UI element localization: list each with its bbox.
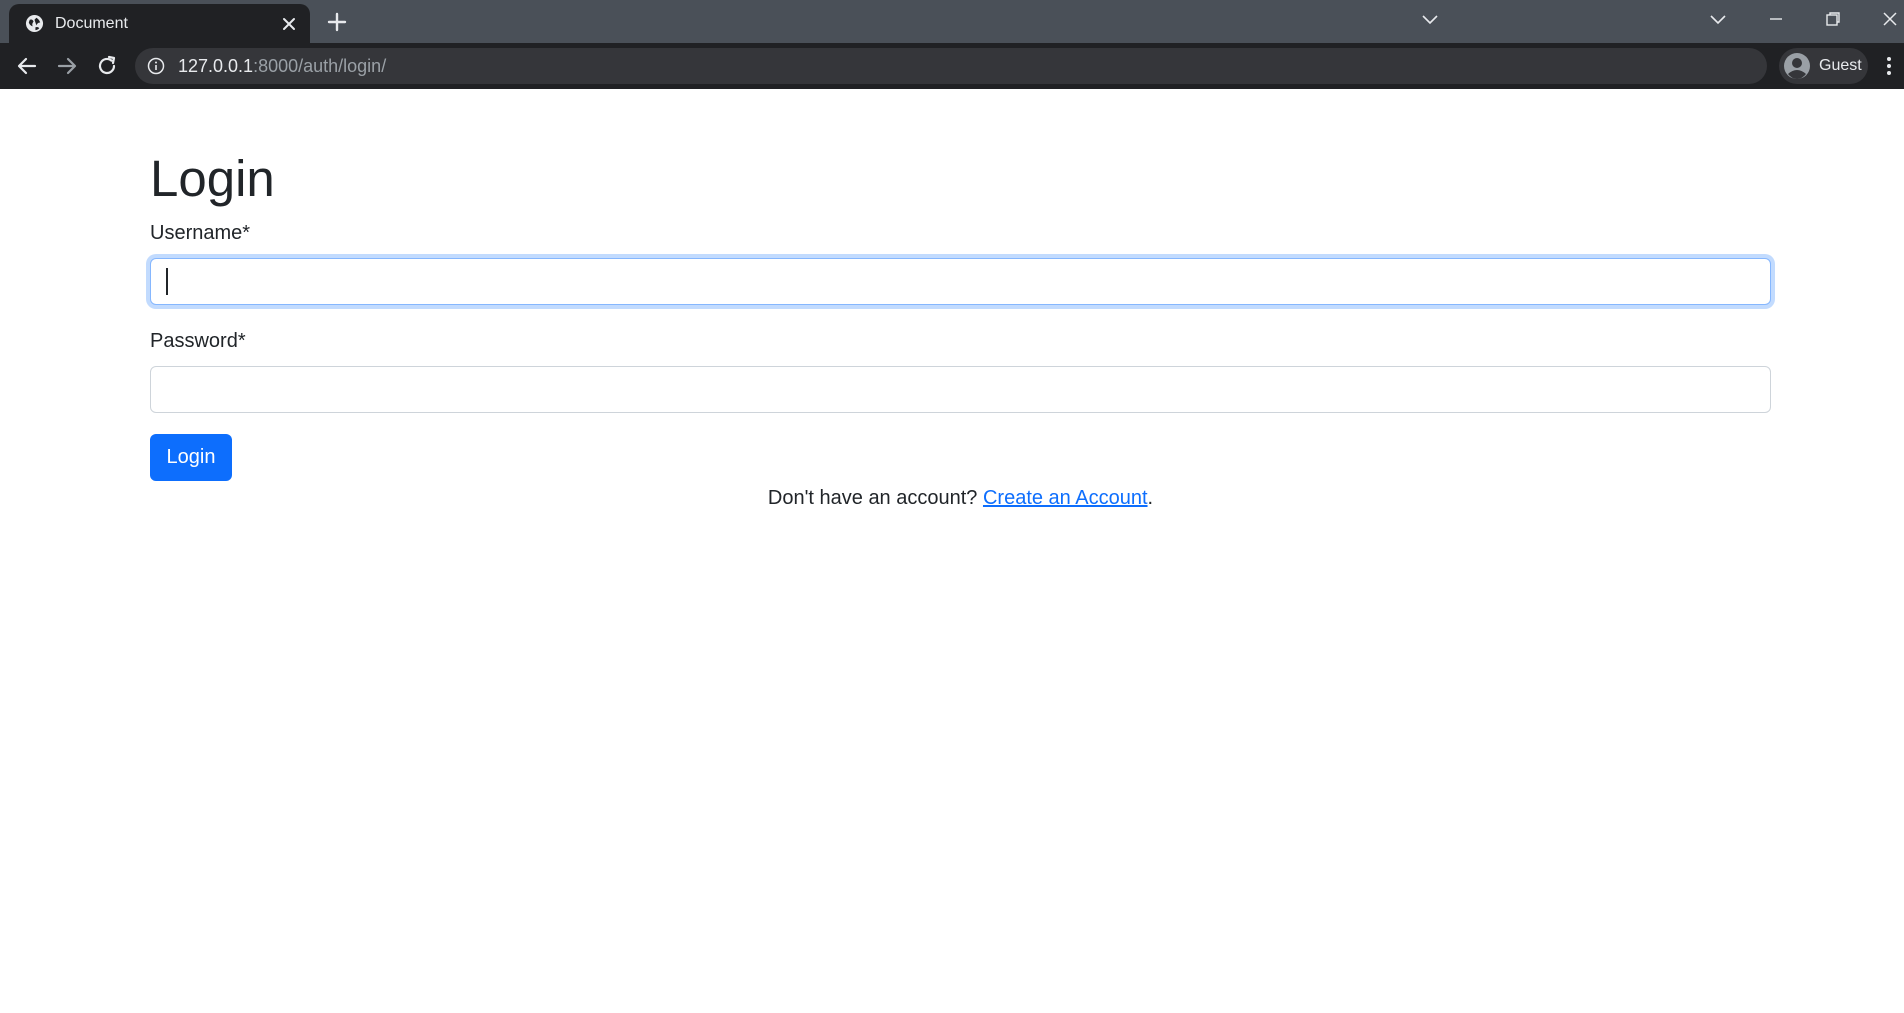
signup-prompt-text: Don't have an account?	[767, 487, 983, 509]
browser-toolbar: 127.0.0.1:8000/auth/login/ Guest	[0, 43, 1904, 89]
page-viewport: Login Username* Password* Login Don't ha…	[0, 89, 1904, 1013]
password-input[interactable]	[150, 366, 1771, 413]
create-account-link[interactable]: Create an Account	[983, 487, 1148, 509]
profile-button[interactable]: Guest	[1779, 48, 1868, 84]
forward-arrow-icon[interactable]	[55, 54, 79, 78]
close-window-icon[interactable]	[1879, 8, 1901, 30]
profile-label: Guest	[1819, 57, 1862, 74]
minimize-icon[interactable]	[1765, 8, 1787, 30]
avatar-icon	[1784, 53, 1810, 79]
tab-search-chevron-icon[interactable]	[1707, 8, 1729, 30]
login-button[interactable]: Login	[150, 434, 232, 481]
reload-icon[interactable]	[95, 54, 119, 78]
username-label: Username*	[150, 222, 251, 244]
more-vert-icon[interactable]	[1882, 54, 1896, 78]
text-caret	[166, 268, 168, 295]
password-label: Password*	[150, 330, 246, 352]
page-title: Login	[150, 150, 275, 207]
url-host: 127.0.0.1	[178, 56, 254, 76]
info-icon[interactable]	[147, 57, 165, 75]
new-tab-plus-icon[interactable]	[325, 10, 349, 34]
browser-tab[interactable]: Document	[9, 4, 310, 43]
url-text: 127.0.0.1:8000/auth/login/	[178, 56, 386, 77]
tab-search-chevron-icon[interactable]	[1419, 8, 1441, 30]
back-arrow-icon[interactable]	[15, 54, 39, 78]
close-icon[interactable]	[281, 16, 297, 32]
username-field-wrapper	[150, 258, 1771, 305]
tab-strip: Document	[0, 0, 1904, 43]
browser-chrome: Document 127.0.0.1:8000/auth/login/ Gues…	[0, 0, 1904, 89]
address-bar[interactable]: 127.0.0.1:8000/auth/login/	[135, 48, 1767, 84]
globe-icon	[25, 14, 44, 33]
signup-suffix: .	[1147, 487, 1154, 509]
tab-title: Document	[55, 15, 128, 32]
restore-icon[interactable]	[1822, 8, 1844, 30]
url-path: :8000/auth/login/	[253, 56, 387, 76]
username-input[interactable]	[150, 258, 1771, 305]
signup-prompt: Don't have an account? Create an Account…	[150, 487, 1771, 510]
